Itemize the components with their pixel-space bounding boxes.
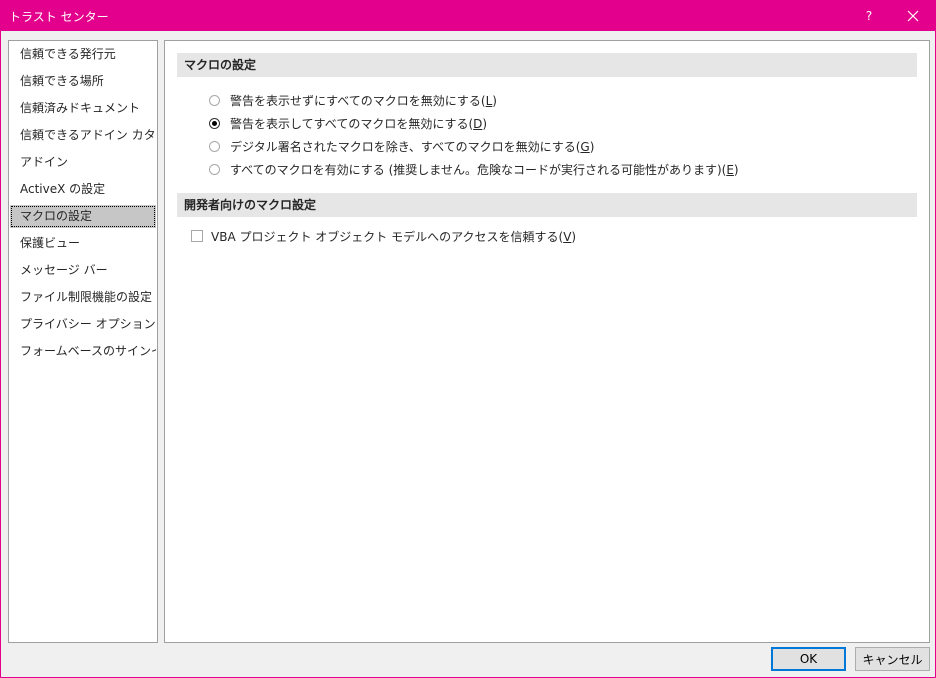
- radio-disable-all-with-notification[interactable]: 警告を表示してすべてのマクロを無効にする(D): [209, 114, 487, 132]
- trust-vba-checkbox[interactable]: [191, 230, 203, 242]
- sidebar-item-trusted-documents[interactable]: 信頼済みドキュメント: [10, 97, 156, 120]
- sidebar-item-addins[interactable]: アドイン: [10, 151, 156, 174]
- category-sidebar: 信頼できる発行元 信頼できる場所 信頼済みドキュメント 信頼できるアドイン カタ…: [8, 40, 158, 643]
- close-icon: [907, 10, 919, 22]
- option-label: 警告を表示してすべてのマクロを無効にする(D): [230, 116, 488, 131]
- radio-button-selected[interactable]: [209, 117, 220, 129]
- sidebar-item-privacy-options[interactable]: プライバシー オプション: [10, 313, 156, 336]
- sidebar-item-trusted-addin-catalogs[interactable]: 信頼できるアドイン カタログ: [10, 124, 156, 147]
- sidebar-item-form-based-signin[interactable]: フォームベースのサインイン: [10, 340, 156, 363]
- title-bar[interactable]: トラスト センター ?: [1, 1, 935, 31]
- close-button[interactable]: [891, 1, 935, 31]
- help-icon: ?: [865, 9, 873, 23]
- checkbox-label: VBA プロジェクト オブジェクト モデルへのアクセスを信頼する(V): [211, 229, 577, 244]
- window-title: トラスト センター: [9, 10, 109, 24]
- macro-settings-header: マクロの設定: [177, 53, 917, 77]
- radio-disable-all-no-notification[interactable]: 警告を表示せずにすべてのマクロを無効にする(L): [209, 91, 497, 109]
- option-label: 警告を表示せずにすべてのマクロを無効にする(L): [230, 93, 497, 108]
- sidebar-item-file-block-settings[interactable]: ファイル制限機能の設定: [10, 286, 156, 309]
- sidebar-item-trusted-publishers[interactable]: 信頼できる発行元: [10, 43, 156, 66]
- sidebar-item-trusted-locations[interactable]: 信頼できる場所: [10, 70, 156, 93]
- settings-panel: マクロの設定 警告を表示せずにすべてのマクロを無効にする(L) 警告を表示してす…: [164, 40, 930, 643]
- radio-button[interactable]: [209, 140, 220, 152]
- sidebar-item-activex-settings[interactable]: ActiveX の設定: [10, 178, 156, 201]
- cancel-button[interactable]: キャンセル: [855, 647, 930, 671]
- trust-center-dialog: トラスト センター ? 信頼できる発行元 信頼できる場所 信頼済みドキュメント …: [0, 0, 936, 678]
- sidebar-item-macro-settings[interactable]: マクロの設定: [10, 205, 156, 228]
- radio-button[interactable]: [209, 94, 220, 106]
- radio-disable-except-signed[interactable]: デジタル署名されたマクロを除き、すべてのマクロを無効にする(G): [209, 137, 594, 155]
- sidebar-item-message-bar[interactable]: メッセージ バー: [10, 259, 156, 282]
- option-label: デジタル署名されたマクロを除き、すべてのマクロを無効にする(G): [230, 139, 595, 154]
- sidebar-item-protected-view[interactable]: 保護ビュー: [10, 232, 156, 255]
- option-label: すべてのマクロを有効にする (推奨しません。危険なコードが実行される可能性があり…: [230, 162, 739, 177]
- radio-button[interactable]: [209, 163, 220, 175]
- trust-vba-object-model-option[interactable]: VBA プロジェクト オブジェクト モデルへのアクセスを信頼する(V): [191, 227, 576, 245]
- developer-settings-header: 開発者向けのマクロ設定: [177, 193, 917, 217]
- radio-enable-all[interactable]: すべてのマクロを有効にする (推奨しません。危険なコードが実行される可能性があり…: [209, 160, 739, 178]
- help-button[interactable]: ?: [847, 1, 891, 31]
- ok-button[interactable]: OK: [771, 647, 846, 671]
